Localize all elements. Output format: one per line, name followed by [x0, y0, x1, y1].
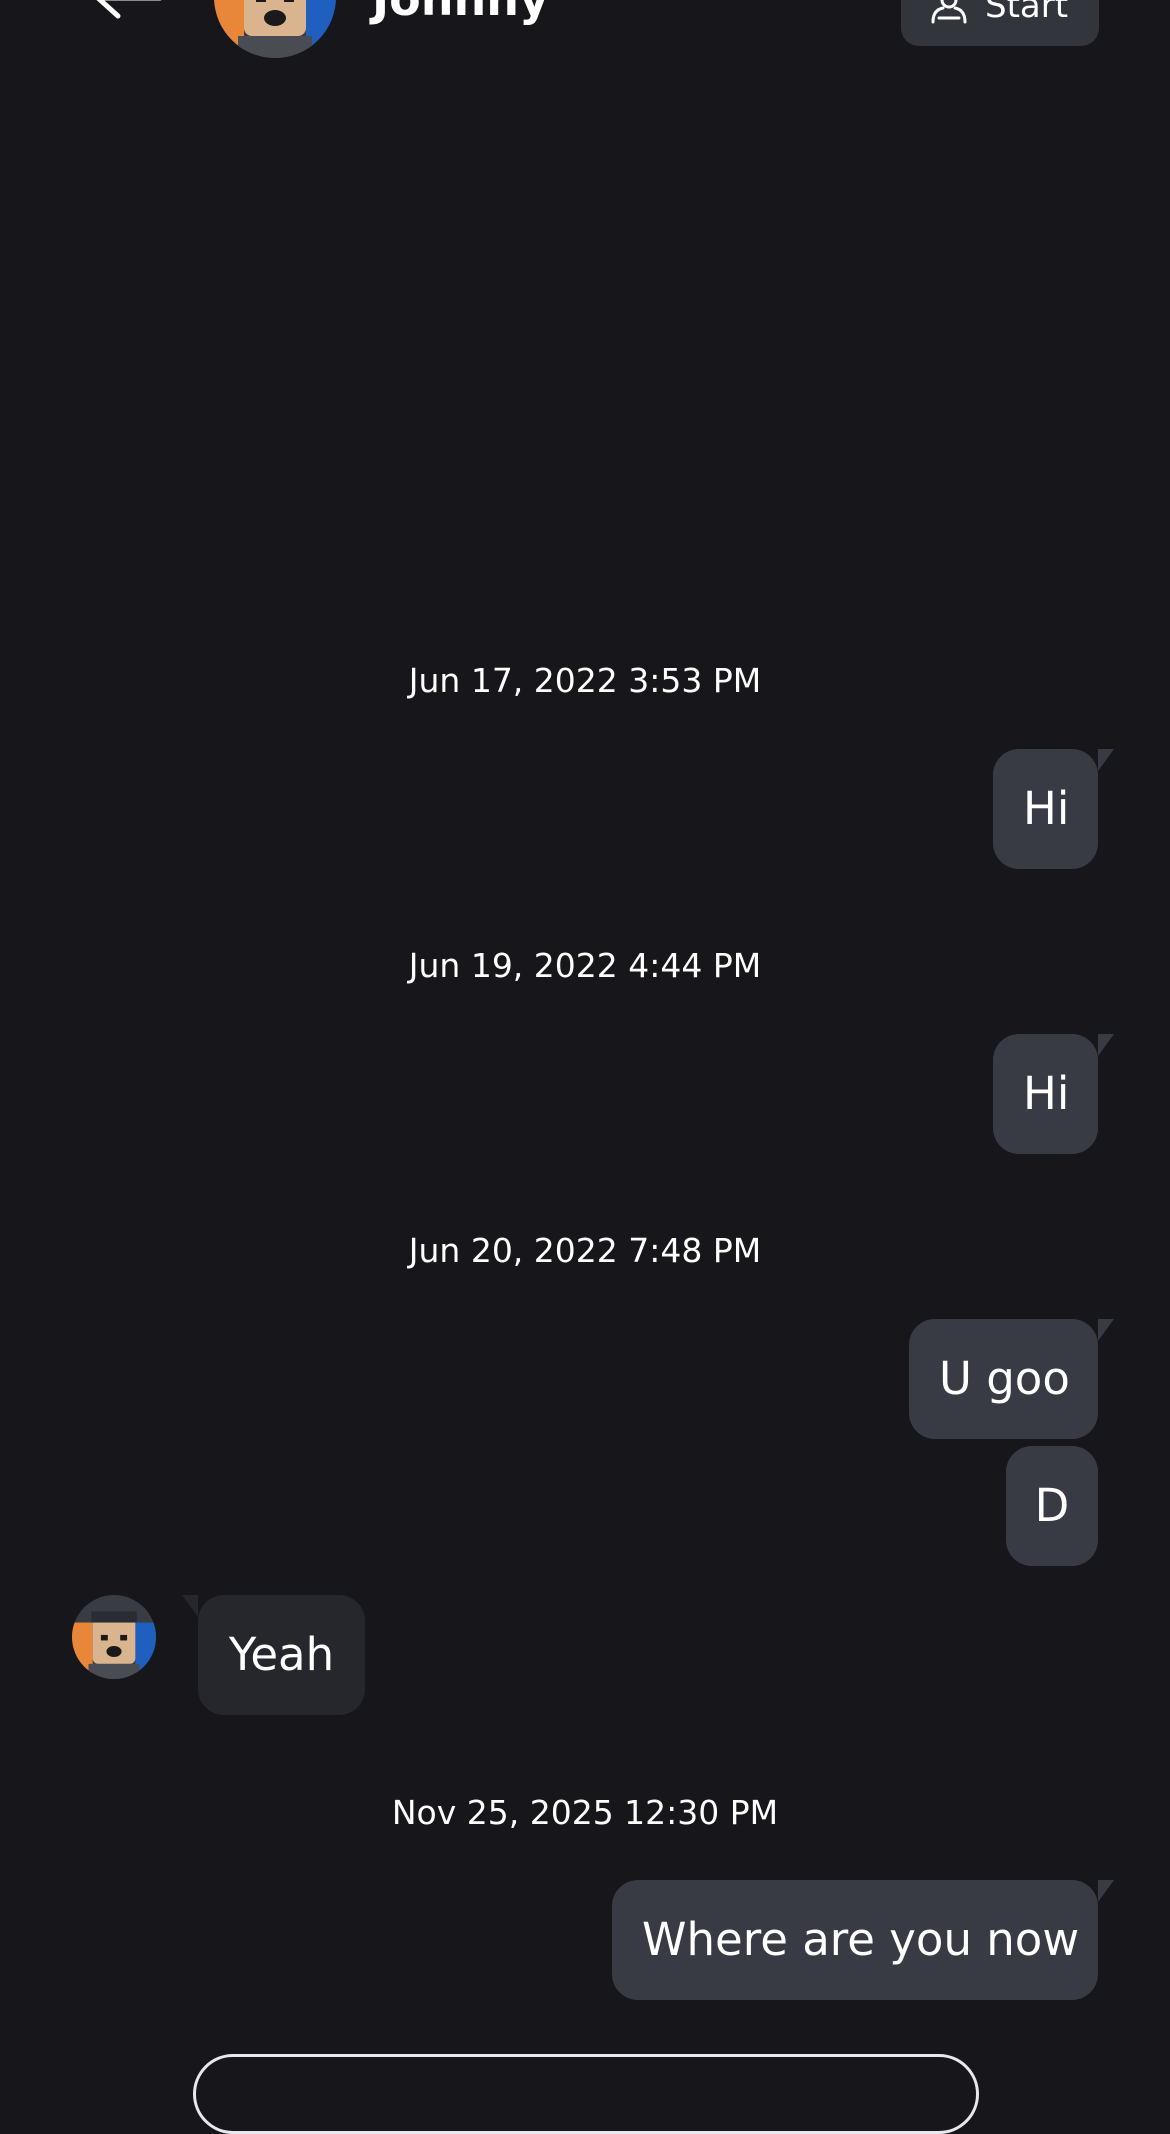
contact-avatar[interactable] [214, 0, 336, 58]
start-button-label: Start [985, 0, 1069, 26]
timestamp: Nov 25, 2025 12:30 PM [391, 1793, 779, 1832]
outgoing-message[interactable]: U goo [909, 1319, 1114, 1439]
message-text: Yeah [228, 1628, 335, 1681]
message-text: U goo [939, 1352, 1070, 1405]
avatar-image [72, 1595, 156, 1679]
outgoing-message[interactable]: Where are you now [612, 1880, 1114, 2000]
outgoing-message[interactable]: Hi [993, 749, 1114, 869]
message-text: Hi [1023, 782, 1070, 835]
outgoing-message[interactable]: D [1006, 1446, 1098, 1566]
timestamp: Jun 19, 2022 4:44 PM [408, 946, 762, 985]
contact-avatar-small[interactable] [72, 1595, 156, 1679]
message-text: D [1034, 1479, 1070, 1532]
start-button[interactable]: Start [901, 0, 1099, 46]
arrow-left-icon[interactable] [88, 0, 168, 20]
timestamp: Jun 17, 2022 3:53 PM [408, 661, 762, 700]
outgoing-message[interactable]: Hi [993, 1034, 1114, 1154]
incoming-message[interactable]: Yeah [182, 1595, 365, 1715]
contact-name[interactable]: Johnny [372, 0, 549, 24]
message-text: Where are you now [642, 1913, 1080, 1966]
party-icon [931, 0, 967, 24]
avatar-image [214, 0, 336, 58]
timestamp: Jun 20, 2022 7:48 PM [408, 1231, 762, 1270]
message-input[interactable] [193, 2054, 979, 2134]
chat-header: Johnny Start [0, 0, 1170, 70]
message-text: Hi [1023, 1067, 1070, 1120]
